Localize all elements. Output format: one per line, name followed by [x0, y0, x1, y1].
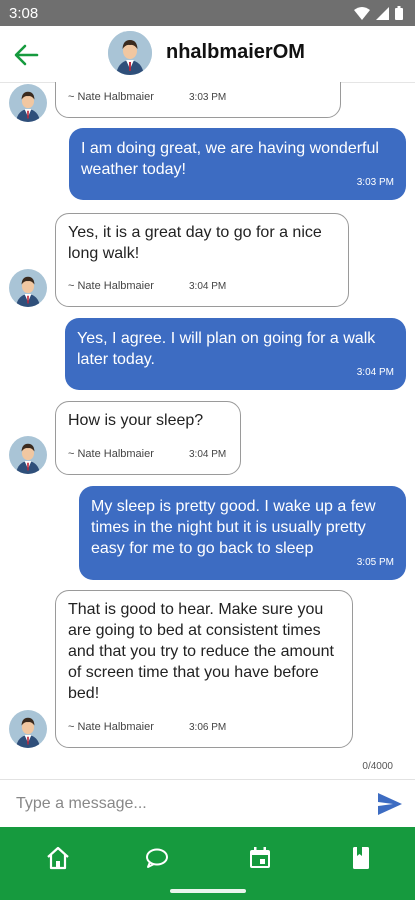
battery-icon [395, 6, 403, 20]
incoming-message[interactable]: ~ Nate Halbmaier 3:03 PM [55, 82, 341, 118]
signal-icon [376, 6, 389, 20]
sender-avatar[interactable] [9, 436, 47, 474]
message-text: How is your sleep? [68, 412, 204, 429]
message-list[interactable]: ~ Nate Halbmaier 3:03 PM I am doing grea… [0, 82, 415, 779]
message-composer [0, 779, 415, 828]
message-time: 3:05 PM [356, 557, 394, 568]
character-counter: 0/4000 [362, 761, 393, 772]
incoming-message[interactable]: How is your sleep? ~ Nate Halbmaier 3:04… [55, 401, 241, 475]
incoming-message[interactable]: Yes, it is a great day to go for a nice … [55, 213, 349, 307]
status-bar: 3:08 [0, 0, 415, 26]
send-icon[interactable] [377, 792, 403, 816]
message-time: 3:06 PM [189, 722, 227, 733]
outgoing-message[interactable]: Yes, I agree. I will plan on going for a… [65, 318, 406, 390]
status-icons [354, 6, 403, 20]
message-input[interactable] [14, 790, 358, 818]
message-text: My sleep is pretty good. I wake up a few… [91, 498, 376, 557]
outgoing-message[interactable]: I am doing great, we are having wonderfu… [69, 128, 406, 200]
book-icon[interactable] [348, 845, 374, 871]
sender-avatar[interactable] [9, 84, 47, 122]
chat-header: nhalbmaierOM [0, 26, 415, 83]
message-time: 3:04 PM [356, 367, 394, 378]
message-time: 3:04 PM [189, 449, 227, 460]
message-text: Yes, it is a great day to go for a nice … [68, 224, 322, 262]
home-icon[interactable] [45, 845, 71, 871]
sender-avatar[interactable] [9, 269, 47, 307]
bottom-navigation [0, 827, 415, 900]
chat-title: nhalbmaierOM [166, 41, 305, 63]
status-time: 3:08 [9, 5, 39, 22]
chat-bubble-icon[interactable] [144, 845, 170, 871]
message-time: 3:03 PM [189, 92, 227, 103]
message-text: I am doing great, we are having wonderfu… [81, 140, 379, 178]
back-arrow-icon[interactable] [12, 42, 40, 68]
message-sender: ~ Nate Halbmaier [68, 448, 154, 460]
message-time: 3:04 PM [189, 281, 227, 292]
message-text: That is good to hear. Make sure you are … [68, 601, 334, 702]
message-sender: ~ Nate Halbmaier [68, 91, 154, 103]
message-text: Yes, I agree. I will plan on going for a… [77, 330, 376, 368]
gesture-bar [170, 889, 246, 893]
contact-avatar[interactable] [108, 31, 152, 75]
message-sender: ~ Nate Halbmaier [68, 721, 154, 733]
calendar-icon[interactable] [247, 845, 273, 871]
wifi-icon [354, 6, 370, 20]
message-sender: ~ Nate Halbmaier [68, 280, 154, 292]
sender-avatar[interactable] [9, 710, 47, 748]
outgoing-message[interactable]: My sleep is pretty good. I wake up a few… [79, 486, 406, 580]
message-time: 3:03 PM [356, 177, 394, 188]
person-icon [108, 31, 152, 75]
incoming-message[interactable]: That is good to hear. Make sure you are … [55, 590, 353, 748]
